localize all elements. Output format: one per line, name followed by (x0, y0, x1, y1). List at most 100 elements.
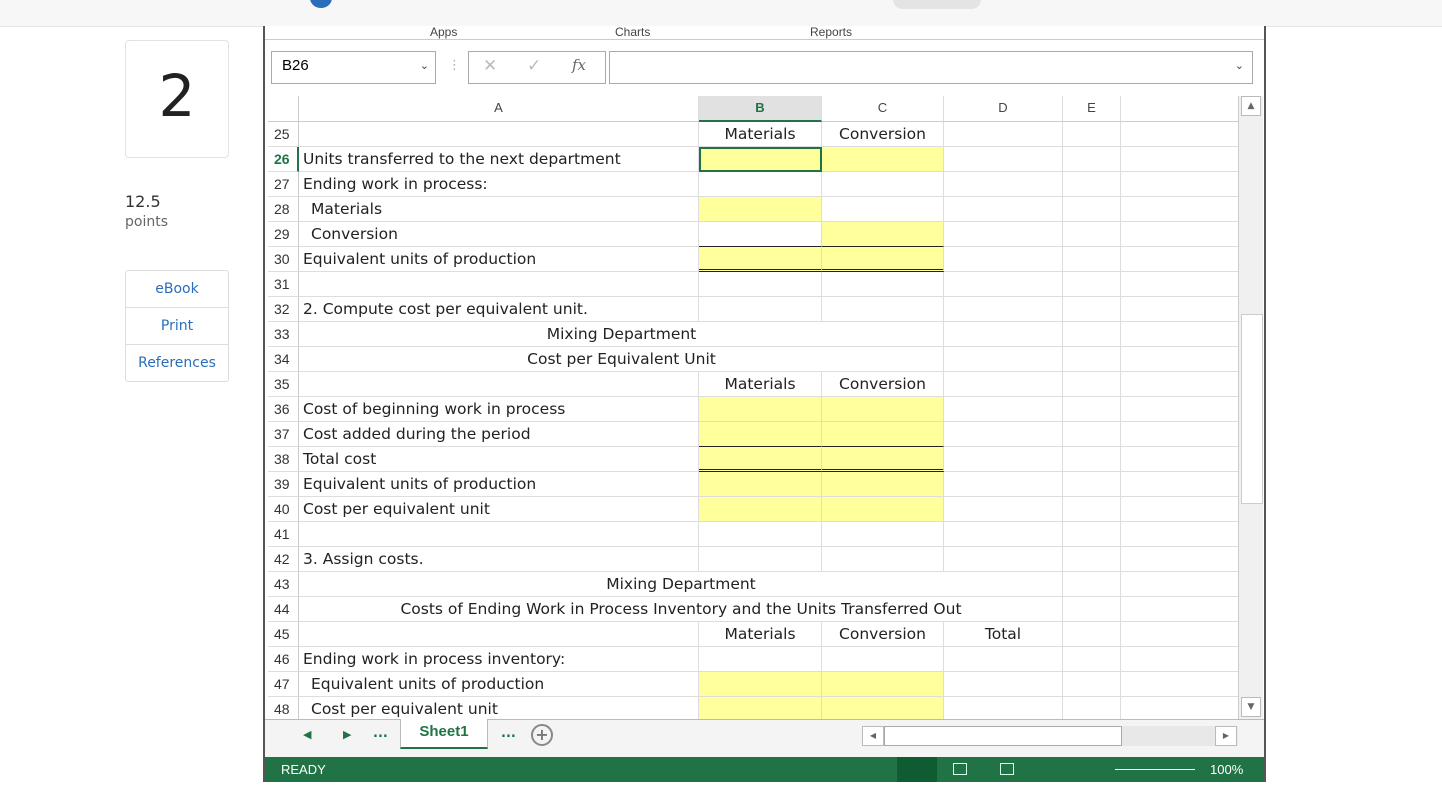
cell-d29[interactable] (944, 222, 1063, 247)
cell-f41[interactable] (1121, 522, 1239, 547)
cell-f32[interactable] (1121, 297, 1239, 322)
cell-e40[interactable] (1063, 497, 1121, 522)
cell-c41[interactable] (822, 522, 944, 547)
cell-d32[interactable] (944, 297, 1063, 322)
cell-e32[interactable] (1063, 297, 1121, 322)
cell-e39[interactable] (1063, 472, 1121, 497)
cell-f30[interactable] (1121, 247, 1239, 272)
cell-e42[interactable] (1063, 547, 1121, 572)
input-cell-c37[interactable] (822, 422, 944, 447)
row-header-25[interactable]: 25 (268, 122, 299, 147)
vertical-scroll-thumb[interactable] (1241, 314, 1263, 504)
row-header-42[interactable]: 42 (268, 547, 299, 572)
input-cell-b28[interactable] (699, 197, 822, 222)
row-header-32[interactable]: 32 (268, 297, 299, 322)
cell-f35[interactable] (1121, 372, 1239, 397)
cell-a26[interactable]: Units transferred to the next department (299, 147, 699, 172)
cell-b27[interactable] (699, 172, 822, 197)
cell-a46[interactable]: Ending work in process inventory: (299, 647, 699, 672)
cell-d27[interactable] (944, 172, 1063, 197)
cell-f39[interactable] (1121, 472, 1239, 497)
cell-e46[interactable] (1063, 647, 1121, 672)
cell-f36[interactable] (1121, 397, 1239, 422)
cell-d28[interactable] (944, 197, 1063, 222)
cell-a42[interactable]: 3. Assign costs. (299, 547, 699, 572)
sheet-tab-sheet1[interactable]: Sheet1 (400, 719, 488, 749)
row-header-36[interactable]: 36 (268, 397, 299, 422)
row-header-27[interactable]: 27 (268, 172, 299, 197)
input-cell-b47[interactable] (699, 672, 822, 697)
cell-e38[interactable] (1063, 447, 1121, 472)
cell-d36[interactable] (944, 397, 1063, 422)
column-header-f[interactable] (1121, 96, 1239, 122)
cell-e33[interactable] (1063, 322, 1121, 347)
cell-b45[interactable]: Materials (699, 622, 822, 647)
row-header-29[interactable]: 29 (268, 222, 299, 247)
cell-f42[interactable] (1121, 547, 1239, 572)
input-cell-c29[interactable] (822, 222, 944, 247)
row-header-39[interactable]: 39 (268, 472, 299, 497)
row-header-40[interactable]: 40 (268, 497, 299, 522)
cell-b25[interactable]: Materials (699, 122, 822, 147)
cell-a25[interactable] (299, 122, 699, 147)
zoom-slider[interactable] (1115, 769, 1195, 770)
spreadsheet-grid[interactable]: A B C D E 25 Materials Conversion 26 Units transf… (265, 26, 1264, 757)
cell-e31[interactable] (1063, 272, 1121, 297)
cell-b41[interactable] (699, 522, 822, 547)
cell-a27[interactable]: Ending work in process: (299, 172, 699, 197)
row-header-31[interactable]: 31 (268, 272, 299, 297)
cell-a39[interactable]: Equivalent units of production (299, 472, 699, 497)
input-cell-b39[interactable] (699, 472, 822, 497)
column-header-a[interactable]: A (299, 96, 699, 122)
cell-b35[interactable]: Materials (699, 372, 822, 397)
input-cell-c30[interactable] (822, 247, 944, 272)
cell-a29[interactable]: Conversion (299, 222, 699, 247)
cell-d40[interactable] (944, 497, 1063, 522)
cell-d41[interactable] (944, 522, 1063, 547)
cell-f45[interactable] (1121, 622, 1239, 647)
cell-f38[interactable] (1121, 447, 1239, 472)
select-all-corner[interactable] (268, 96, 299, 122)
row-header-35[interactable]: 35 (268, 372, 299, 397)
cell-d25[interactable] (944, 122, 1063, 147)
row-header-41[interactable]: 41 (268, 522, 299, 547)
input-cell-c26[interactable] (822, 147, 944, 172)
cell-a38[interactable]: Total cost (299, 447, 699, 472)
cell-a45[interactable] (299, 622, 699, 647)
cell-b42[interactable] (699, 547, 822, 572)
cell-c31[interactable] (822, 272, 944, 297)
page-layout-icon[interactable] (953, 763, 967, 775)
input-cell-c36[interactable] (822, 397, 944, 422)
references-link[interactable]: References (126, 345, 228, 381)
cell-d39[interactable] (944, 472, 1063, 497)
cell-e43[interactable] (1063, 572, 1121, 597)
cell-d26[interactable] (944, 147, 1063, 172)
top-pill-button[interactable] (893, 0, 981, 9)
cell-e45[interactable] (1063, 622, 1121, 647)
scroll-up-icon[interactable]: ▲ (1241, 96, 1261, 116)
cell-d33[interactable] (944, 322, 1063, 347)
row-header-45[interactable]: 45 (268, 622, 299, 647)
cell-e47[interactable] (1063, 672, 1121, 697)
cell-e27[interactable] (1063, 172, 1121, 197)
cell-a32[interactable]: 2. Compute cost per equivalent unit. (299, 297, 699, 322)
cell-c45[interactable]: Conversion (822, 622, 944, 647)
input-cell-b30[interactable] (699, 247, 822, 272)
cell-d34[interactable] (944, 347, 1063, 372)
cell-e26[interactable] (1063, 147, 1121, 172)
column-header-e[interactable]: E (1063, 96, 1121, 122)
selected-cell-b26[interactable] (699, 147, 822, 172)
cell-d31[interactable] (944, 272, 1063, 297)
cell-c42[interactable] (822, 547, 944, 572)
cell-e34[interactable] (1063, 347, 1121, 372)
cell-c27[interactable] (822, 172, 944, 197)
input-cell-c40[interactable] (822, 497, 944, 522)
vertical-scrollbar[interactable]: ▲ ▼ (1238, 96, 1263, 719)
cell-f34[interactable] (1121, 347, 1239, 372)
cell-f47[interactable] (1121, 672, 1239, 697)
cell-d42[interactable] (944, 547, 1063, 572)
cell-b32[interactable] (699, 297, 822, 322)
input-cell-c38[interactable] (822, 447, 944, 472)
cell-c32[interactable] (822, 297, 944, 322)
cell-b29[interactable] (699, 222, 822, 247)
